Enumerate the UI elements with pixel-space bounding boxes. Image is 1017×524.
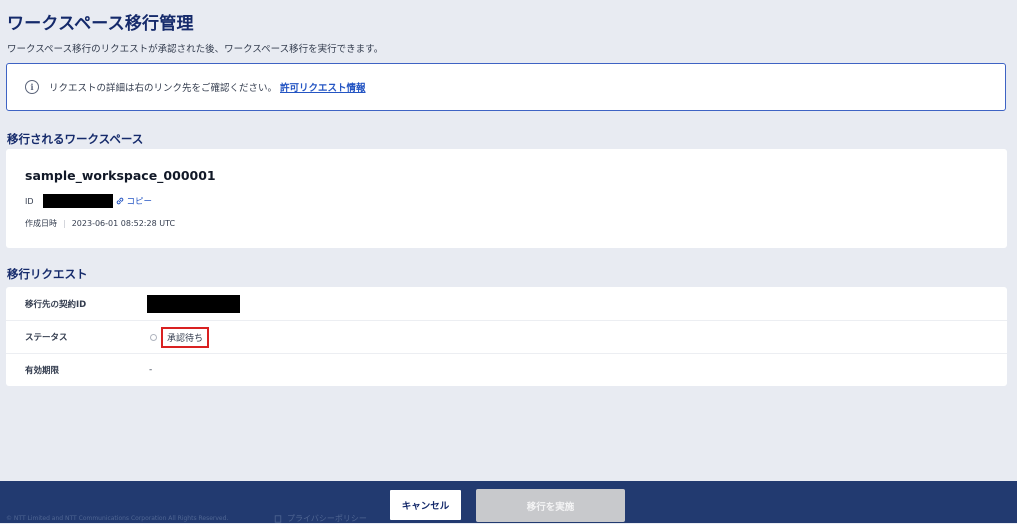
request-row-expiry: 有効期限 - bbox=[6, 353, 1007, 386]
copy-label: コピー bbox=[126, 197, 153, 207]
row-label: ステータス bbox=[25, 333, 68, 343]
info-banner: i リクエストの詳細は右のリンク先をご確認ください。 許可リクエスト情報 bbox=[6, 63, 1006, 111]
row-value bbox=[147, 294, 240, 313]
separator: | bbox=[63, 219, 66, 228]
row-value: - bbox=[149, 365, 153, 375]
redacted-contract-id bbox=[147, 294, 240, 313]
row-label: 移行先の契約ID bbox=[25, 299, 87, 310]
status-dot-icon bbox=[150, 333, 157, 341]
id-label: ID bbox=[25, 196, 34, 206]
request-row-status: ステータス 承認待ち bbox=[6, 320, 1007, 353]
workspace-id-row: ID コピー bbox=[25, 194, 152, 208]
workspace-section-title: 移行されるワークスペース bbox=[7, 132, 144, 146]
info-icon: i bbox=[25, 80, 39, 94]
workspace-name: sample_workspace_000001 bbox=[25, 168, 216, 183]
permission-request-link[interactable]: 許可リクエスト情報 bbox=[280, 80, 366, 94]
created-row: 作成日時 | 2023-06-01 08:52:28 UTC bbox=[25, 218, 175, 229]
redacted-workspace-id bbox=[42, 194, 113, 208]
row-value: 承認待ち bbox=[150, 326, 210, 348]
link-icon bbox=[116, 197, 123, 205]
request-section-title: 移行リクエスト bbox=[7, 267, 88, 281]
privacy-label: プライバシーポリシー bbox=[287, 514, 367, 523]
document-icon bbox=[274, 514, 282, 523]
request-card: 移行先の契約ID ステータス 承認待ち 有効期限 - bbox=[6, 287, 1007, 386]
cancel-button[interactable]: キャンセル bbox=[389, 489, 462, 521]
created-value: 2023-06-01 08:52:28 UTC bbox=[71, 219, 176, 228]
copyright-text: © NTT Limited and NTT Communications Cor… bbox=[6, 515, 229, 522]
request-row-contract-id: 移行先の契約ID bbox=[6, 287, 1007, 320]
page-title: ワークスペース移行管理 bbox=[7, 14, 194, 34]
execute-migration-button[interactable]: 移行を実施 bbox=[476, 489, 625, 522]
page-description: ワークスペース移行のリクエストが承認された後、ワークスペース移行を実行できます。 bbox=[7, 44, 384, 55]
privacy-link[interactable]: プライバシーポリシー bbox=[274, 513, 367, 524]
workspace-card: sample_workspace_000001 ID コピー 作成日時 | 20… bbox=[6, 149, 1007, 248]
created-label: 作成日時 bbox=[25, 219, 57, 228]
status-badge: 承認待ち bbox=[161, 326, 210, 348]
row-label: 有効期限 bbox=[25, 366, 60, 376]
info-text: リクエストの詳細は右のリンク先をご確認ください。 bbox=[49, 83, 278, 94]
copy-id-button[interactable]: コピー bbox=[116, 195, 153, 207]
